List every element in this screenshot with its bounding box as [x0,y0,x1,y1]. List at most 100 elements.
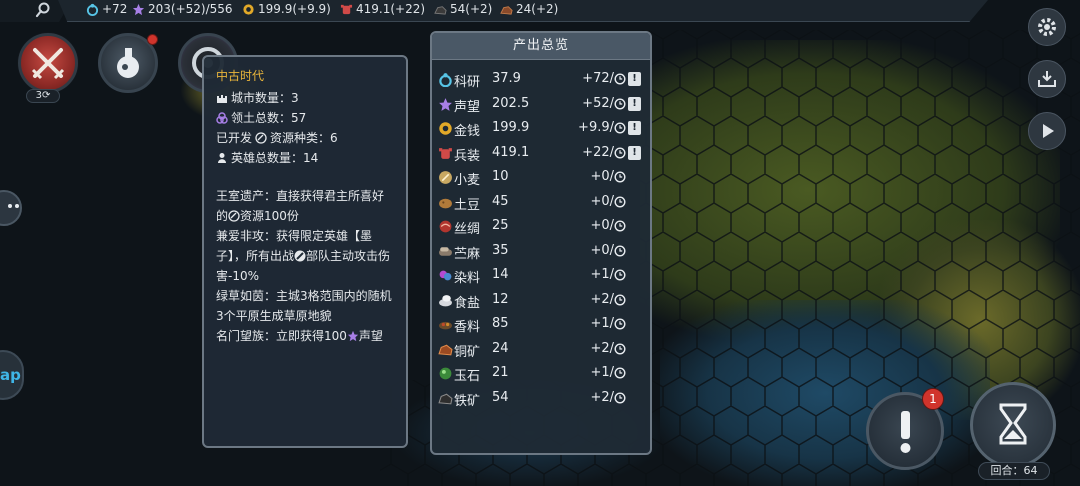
info-button[interactable]: ! [628,121,641,135]
topbar-gold[interactable]: 199.9(+9.9) [242,2,331,16]
potion-flask-icon [117,48,139,78]
crossed-swords-icon [31,48,65,80]
output-resource-value: 199.9 [492,120,530,135]
arms-icon [340,4,353,14]
fame-star-icon [347,330,359,342]
turn-clock-icon [614,367,626,379]
output-resource-value: 14 [492,267,509,282]
output-resource-value: 45 [492,193,509,209]
output-row-jade[interactable]: 玉石 21 +1/ [432,362,650,387]
topbar-arms[interactable]: 419.1(+22) [340,2,425,16]
output-resource-delta: +52/ [582,95,614,111]
topbar-copper-value: 24(+2) [516,2,559,16]
city-count: 城市数量：3 [231,91,299,105]
play-button[interactable] [1028,112,1066,150]
output-row-spice[interactable]: 香料 85 +1/ [432,313,650,338]
end-turn-button[interactable] [970,382,1056,468]
topbar-research[interactable]: +72 [86,2,127,16]
output-resource-value: 21 [492,365,509,380]
output-row-ramie[interactable]: 苎麻 35 +0/ [432,240,650,265]
output-row-wheat[interactable]: 小麦 10 +0/ [432,166,650,191]
topbar-fame[interactable]: 203(+52)/556 [132,2,233,16]
fame-star-icon [132,3,145,15]
turn-clock-icon [614,244,626,257]
output-resource-value: 25 [492,218,509,233]
output-resource-name: 科研 [454,75,481,90]
copper-icon [438,344,453,355]
output-resource-value: 35 [492,242,509,258]
info-button[interactable]: ! [628,145,641,160]
output-row-arms[interactable]: 兵装 419.1 +22/! [432,142,650,167]
output-row-research[interactable]: 科研 37.9 +72/! [432,68,650,93]
info-button[interactable]: ! [628,72,641,86]
download-button[interactable] [1028,60,1066,98]
chat-button[interactable] [0,190,22,226]
output-resource-name: 香料 [454,320,481,335]
resource-topbar: +72 203(+52)/556 199.9(+9.9) 419.1(+22) … [0,0,990,22]
output-resource-value: 85 [492,316,509,331]
output-resource-delta: +1/ [590,316,614,331]
hero-count-row: 英雄总数量：14 [216,148,394,168]
gear-icon [1038,18,1056,36]
turn-clock-icon [614,269,626,281]
bonus-royal-heritage: 王室遗产：直接获得君主所喜好的 资源100份 [216,186,394,226]
output-row-dye[interactable]: 染料 14 +1/ [432,264,650,289]
turn-clock-icon [614,293,626,306]
bonus-mozi: 兼爱非攻：获得限定英雄【墨子】，所有出战 部队主动攻击伤害-10% [216,226,394,286]
topbar-arms-value: 419.1(+22) [356,2,426,16]
territory-icon [216,112,228,124]
output-row-fame-star[interactable]: 声望 202.5 +52/! [432,93,650,118]
output-resource-delta: +0/ [590,169,614,184]
silk-icon [439,220,452,233]
troop-icon [294,250,306,262]
era-bonuses: 王室遗产：直接获得君主所喜好的 资源100份 兼爱非攻：获得限定英雄【墨子】，所有… [216,186,394,346]
bonus-grassland: 绿草如茵：主城3格范围内的随机3个平原生成草原地貌 [216,289,392,323]
topbar-copper[interactable]: 24(+2) [500,2,558,16]
resource-types-label: 已开发 [216,131,253,145]
output-row-iron[interactable]: 铁矿 54 +2/ [432,387,650,412]
output-row-copper[interactable]: 铜矿 24 +2/ [432,338,650,363]
output-resource-name: 金钱 [454,124,481,139]
output-row-salt[interactable]: 食盐 12 +2/ [432,289,650,314]
turn-clock-icon [614,318,626,330]
gold-coin-icon [439,122,452,135]
clock-icon: ⟳ [41,90,51,101]
output-resource-value: 37.9 [492,71,521,86]
hourglass-icon [999,403,1027,445]
territory-count-row: 领土总数：57 [216,108,394,128]
output-row-potato[interactable]: 土豆 45 +0/ [432,191,650,216]
potato-icon [439,198,452,208]
territory-count: 领土总数：57 [231,111,307,125]
output-resource-delta: +1/ [590,267,614,282]
output-resource-name: 丝绸 [454,222,481,237]
ramie-icon [439,246,452,256]
output-resource-delta: +2/ [590,340,614,356]
output-row-gold-coin[interactable]: 金钱 199.9 +9.9/! [432,117,650,142]
output-resource-value: 54 [492,389,509,405]
hero-icon [218,153,226,163]
output-resource-delta: +0/ [590,218,614,233]
city-count-row: 城市数量：3 [216,88,394,108]
output-resource-delta: +0/ [590,193,614,209]
download-tray-icon [1038,71,1056,87]
hero-count: 英雄总数量：14 [231,151,319,165]
info-button[interactable]: ! [628,96,641,111]
salt-icon [439,294,452,306]
settings-button[interactable] [1028,8,1066,46]
bonus-noble-family-text-b: 声望 [358,329,383,343]
output-row-silk[interactable]: 丝绸 25 +0/ [432,215,650,240]
output-resource-name: 苎麻 [454,246,481,262]
war-button[interactable] [18,33,78,93]
iron-icon [434,5,447,15]
search-icon [35,2,50,18]
turn-clock-icon [614,97,626,110]
output-resource-name: 铁矿 [454,393,481,409]
turn-clock-icon [614,122,626,134]
turn-clock-icon [614,73,626,85]
turn-clock-icon [614,195,626,208]
topbar-iron[interactable]: 54(+2) [434,2,492,16]
topbar-gold-value: 199.9(+9.9) [258,2,331,16]
turn-clock-icon [614,171,626,183]
output-resource-name: 食盐 [454,295,481,311]
topbar-research-value: +72 [102,2,128,16]
